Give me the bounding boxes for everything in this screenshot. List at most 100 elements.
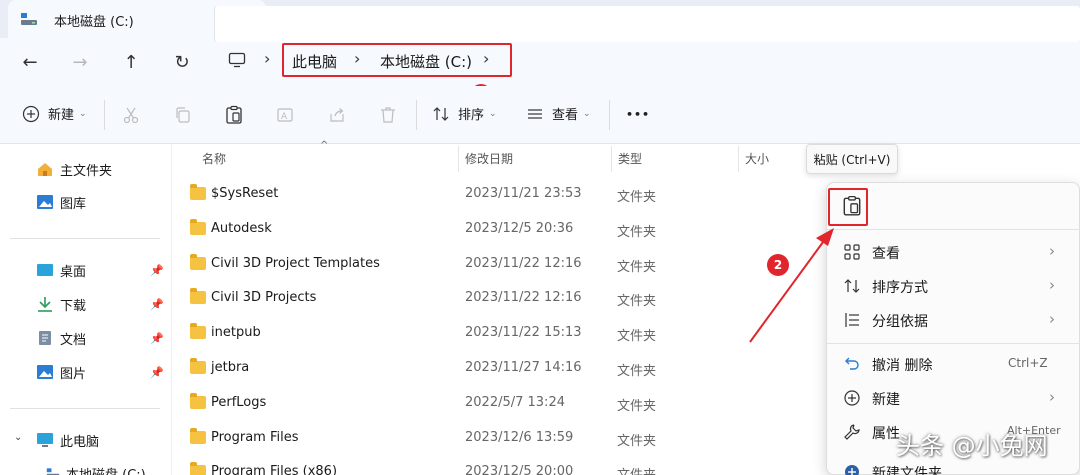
file-date: 2023/12/6 13:59 bbox=[465, 430, 574, 445]
copy-icon[interactable] bbox=[174, 106, 192, 124]
column-divider[interactable] bbox=[738, 146, 739, 172]
chevron-right-icon: › bbox=[1049, 310, 1055, 328]
computer-icon[interactable] bbox=[228, 52, 246, 68]
sidebar-item-desktop[interactable]: 桌面 bbox=[36, 259, 86, 281]
sidebar-item-label: 桌面 bbox=[60, 264, 87, 280]
drive-icon bbox=[21, 13, 37, 25]
menu-item-sort-by[interactable]: 排序方式 › bbox=[827, 269, 1080, 303]
file-date: 2023/12/5 20:00 bbox=[465, 464, 574, 475]
file-type: 文件夹 bbox=[617, 434, 657, 449]
pin-icon[interactable]: 📌 bbox=[150, 366, 164, 379]
menu-divider bbox=[827, 343, 1080, 344]
tab-title: 本地磁盘 (C:) bbox=[54, 15, 134, 30]
menu-item-label: 查看 bbox=[872, 246, 900, 262]
column-divider[interactable] bbox=[458, 146, 459, 172]
chevron-right-icon: › bbox=[1049, 242, 1055, 260]
computer-icon bbox=[37, 433, 53, 447]
file-name: Civil 3D Project Templates bbox=[211, 256, 380, 271]
file-type: 文件夹 bbox=[617, 464, 656, 475]
sidebar-item-downloads[interactable]: 下载 bbox=[36, 293, 86, 315]
sidebar-item-label: 此电脑 bbox=[60, 434, 100, 450]
menu-item-undo-delete[interactable]: 撤消 删除 Ctrl+Z bbox=[827, 347, 1080, 381]
share-icon[interactable] bbox=[328, 106, 346, 124]
menu-item-view[interactable]: 查看 › bbox=[827, 235, 1080, 269]
file-name: Civil 3D Projects bbox=[211, 290, 317, 305]
table-row[interactable]: Program Files 2023/12/6 13:59 文件夹 bbox=[186, 421, 806, 455]
file-name: Autodesk bbox=[211, 221, 272, 236]
table-row[interactable]: jetbra 2023/11/27 14:16 文件夹 bbox=[186, 351, 806, 385]
table-row[interactable]: PerfLogs 2022/5/7 13:24 文件夹 bbox=[186, 386, 806, 420]
column-divider[interactable] bbox=[611, 146, 612, 172]
table-row[interactable]: inetpub 2023/11/22 15:13 文件夹 bbox=[186, 316, 806, 350]
undo-icon bbox=[845, 357, 859, 370]
file-name: Program Files bbox=[211, 430, 299, 445]
paste-tooltip: 粘贴 (Ctrl+V) bbox=[806, 144, 898, 174]
table-row[interactable]: Program Files (x86) 2023/12/5 20:00 文件夹 bbox=[186, 455, 806, 475]
more-options-button[interactable]: ••• bbox=[626, 108, 650, 121]
sidebar-item-label: 主文件夹 bbox=[60, 163, 113, 179]
folder-icon bbox=[190, 358, 206, 374]
svg-text:A: A bbox=[281, 112, 288, 122]
sort-arrows-icon bbox=[433, 106, 449, 121]
document-icon bbox=[39, 331, 51, 345]
table-row[interactable]: Autodesk 2023/12/5 20:36 文件夹 bbox=[186, 212, 806, 246]
address-bar[interactable] bbox=[214, 6, 1080, 42]
column-header-name[interactable]: 名称 bbox=[202, 150, 226, 167]
back-button[interactable]: ← bbox=[16, 48, 44, 76]
pin-icon[interactable]: 📌 bbox=[150, 264, 164, 277]
refresh-button[interactable]: ↻ bbox=[168, 48, 196, 76]
menu-item-label: 新建 bbox=[872, 392, 900, 408]
view-button-label: 查看 bbox=[552, 108, 579, 123]
highlight-box-breadcrumb bbox=[282, 43, 512, 77]
column-header-modified[interactable]: 修改日期 bbox=[465, 150, 513, 167]
column-header-type[interactable]: 类型 bbox=[618, 150, 642, 167]
sidebar-item-this-pc[interactable]: 此电脑 bbox=[36, 429, 99, 451]
sidebar-item-local-disk[interactable]: 本地磁盘 (C:) bbox=[46, 462, 146, 475]
sidebar-divider bbox=[10, 408, 160, 409]
paste-icon[interactable] bbox=[225, 105, 243, 125]
forward-button[interactable]: → bbox=[66, 48, 94, 76]
folder-icon bbox=[190, 393, 206, 409]
breadcrumb-separator[interactable]: › bbox=[264, 49, 270, 68]
rename-icon[interactable]: A bbox=[276, 106, 294, 124]
new-button[interactable]: 新建 ⌄ bbox=[22, 104, 87, 123]
column-header-size[interactable]: 大小 bbox=[745, 150, 769, 167]
sort-button[interactable]: 排序 ⌄ bbox=[432, 104, 497, 123]
pin-icon[interactable]: 📌 bbox=[150, 332, 164, 345]
chevron-down-icon[interactable]: ⌄ bbox=[14, 432, 22, 443]
sidebar-item-label: 下载 bbox=[60, 298, 87, 314]
sidebar-item-label: 文档 bbox=[60, 332, 87, 348]
drive-icon bbox=[46, 468, 60, 475]
folder-icon bbox=[190, 254, 206, 270]
file-type: 文件夹 bbox=[617, 225, 657, 240]
sidebar-item-label: 图片 bbox=[60, 366, 87, 382]
download-icon bbox=[38, 297, 52, 312]
up-button[interactable]: ↑ bbox=[117, 48, 145, 76]
file-name: PerfLogs bbox=[211, 395, 267, 410]
cut-icon[interactable] bbox=[122, 106, 140, 124]
file-name: jetbra bbox=[211, 360, 250, 375]
sort-arrows-icon bbox=[844, 279, 860, 293]
view-button[interactable]: 查看 ⌄ bbox=[526, 104, 591, 123]
new-folder-icon bbox=[845, 465, 859, 475]
sidebar-divider bbox=[10, 238, 160, 239]
toolbar-divider bbox=[416, 100, 417, 130]
gallery-icon bbox=[37, 195, 53, 209]
folder-icon bbox=[190, 323, 206, 339]
address-row: ← → ↑ ↻ bbox=[0, 38, 1080, 86]
sidebar-item-gallery[interactable]: 图库 bbox=[36, 191, 86, 213]
desktop-icon bbox=[37, 264, 53, 276]
file-date: 2022/5/7 13:24 bbox=[465, 395, 565, 410]
table-row[interactable]: Civil 3D Projects 2023/11/22 12:16 文件夹 bbox=[186, 281, 806, 315]
sidebar-item-pictures[interactable]: 图片 bbox=[36, 361, 86, 383]
sidebar-item-home[interactable]: 主文件夹 bbox=[36, 158, 112, 180]
table-row[interactable]: $SysReset 2023/11/21 23:53 文件夹 bbox=[186, 177, 806, 211]
pin-icon[interactable]: 📌 bbox=[150, 298, 164, 311]
delete-icon[interactable] bbox=[379, 106, 397, 124]
table-row[interactable]: Civil 3D Project Templates 2023/11/22 12:… bbox=[186, 247, 806, 281]
folder-icon bbox=[190, 288, 206, 304]
menu-item-group-by[interactable]: 分组依据 › bbox=[827, 303, 1080, 337]
menu-item-new[interactable]: 新建 › bbox=[827, 381, 1080, 415]
sidebar-item-documents[interactable]: 文档 bbox=[36, 327, 86, 349]
menu-divider bbox=[827, 229, 1080, 230]
